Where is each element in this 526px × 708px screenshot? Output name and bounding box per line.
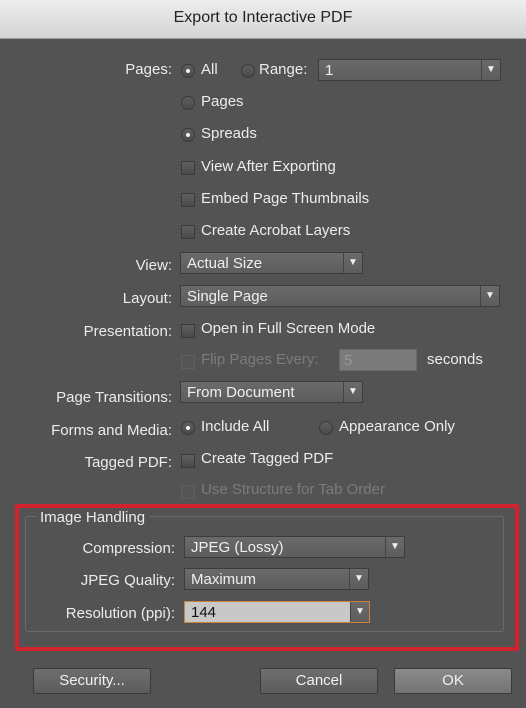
page-transitions-value: From Document bbox=[187, 384, 295, 401]
tab-order-label: Use Structure for Tab Order bbox=[201, 481, 385, 498]
flip-pages-checkbox[interactable] bbox=[181, 355, 195, 369]
appearance-only-label: Appearance Only bbox=[339, 418, 455, 435]
embed-thumbnails-label: Embed Page Thumbnails bbox=[201, 190, 370, 207]
cancel-button[interactable]: Cancel bbox=[260, 668, 378, 694]
page-transitions-dropdown[interactable]: From Document ▼ bbox=[180, 381, 363, 403]
view-after-exporting-checkbox[interactable] bbox=[181, 161, 195, 175]
pages-range-label: Range: bbox=[259, 61, 308, 78]
highlight-box bbox=[15, 504, 519, 651]
dialog-title: Export to Interactive PDF bbox=[173, 9, 353, 26]
pages-all-radio[interactable] bbox=[181, 64, 195, 78]
pages-label: Pages: bbox=[125, 61, 172, 78]
ok-button[interactable]: OK bbox=[394, 668, 512, 694]
chevron-down-icon: ▼ bbox=[481, 60, 500, 80]
flip-seconds-value: 5 bbox=[344, 352, 353, 369]
full-screen-label: Open in Full Screen Mode bbox=[201, 320, 376, 337]
pages-all-label: All bbox=[201, 61, 218, 78]
pages-option-label: Pages bbox=[201, 93, 244, 110]
pages-option-radio[interactable] bbox=[181, 96, 195, 110]
page-transitions-label: Page Transitions: bbox=[56, 389, 172, 406]
range-dropdown[interactable]: 1 ▼ bbox=[318, 59, 501, 81]
appearance-only-radio[interactable] bbox=[319, 421, 333, 435]
include-all-label: Include All bbox=[201, 418, 270, 435]
layout-label: Layout: bbox=[122, 290, 172, 307]
spreads-option-radio[interactable] bbox=[181, 128, 195, 142]
range-value: 1 bbox=[325, 62, 334, 79]
embed-thumbnails-checkbox[interactable] bbox=[181, 193, 195, 207]
tagged-pdf-label: Tagged PDF: bbox=[84, 454, 172, 471]
export-dialog: Export to Interactive PDF Pages: All Ran… bbox=[0, 0, 526, 708]
full-screen-checkbox[interactable] bbox=[181, 324, 195, 338]
view-value: Actual Size bbox=[187, 255, 263, 272]
view-after-exporting-label: View After Exporting bbox=[201, 158, 336, 175]
tab-order-checkbox[interactable] bbox=[181, 485, 195, 499]
security-button[interactable]: Security... bbox=[33, 668, 151, 694]
layout-dropdown[interactable]: Single Page ▼ bbox=[180, 285, 500, 307]
presentation-label: Presentation: bbox=[83, 323, 172, 340]
layout-value: Single Page bbox=[187, 288, 268, 305]
view-dropdown[interactable]: Actual Size ▼ bbox=[180, 252, 363, 274]
flip-pages-label: Flip Pages Every: bbox=[201, 351, 319, 368]
spreads-option-label: Spreads bbox=[201, 125, 257, 142]
flip-seconds-field[interactable]: 5 bbox=[339, 349, 417, 371]
create-tagged-checkbox[interactable] bbox=[181, 454, 195, 468]
chevron-down-icon: ▼ bbox=[343, 382, 362, 402]
chevron-down-icon: ▼ bbox=[480, 286, 499, 306]
acrobat-layers-label: Create Acrobat Layers bbox=[201, 222, 351, 239]
pages-range-radio[interactable] bbox=[241, 64, 255, 78]
forms-media-label: Forms and Media: bbox=[51, 422, 172, 439]
acrobat-layers-checkbox[interactable] bbox=[181, 225, 195, 239]
view-label: View: bbox=[135, 257, 172, 274]
chevron-down-icon: ▼ bbox=[343, 253, 362, 273]
seconds-label: seconds bbox=[427, 351, 483, 368]
title-bar: Export to Interactive PDF bbox=[0, 0, 526, 39]
create-tagged-label: Create Tagged PDF bbox=[201, 450, 334, 467]
include-all-radio[interactable] bbox=[181, 421, 195, 435]
